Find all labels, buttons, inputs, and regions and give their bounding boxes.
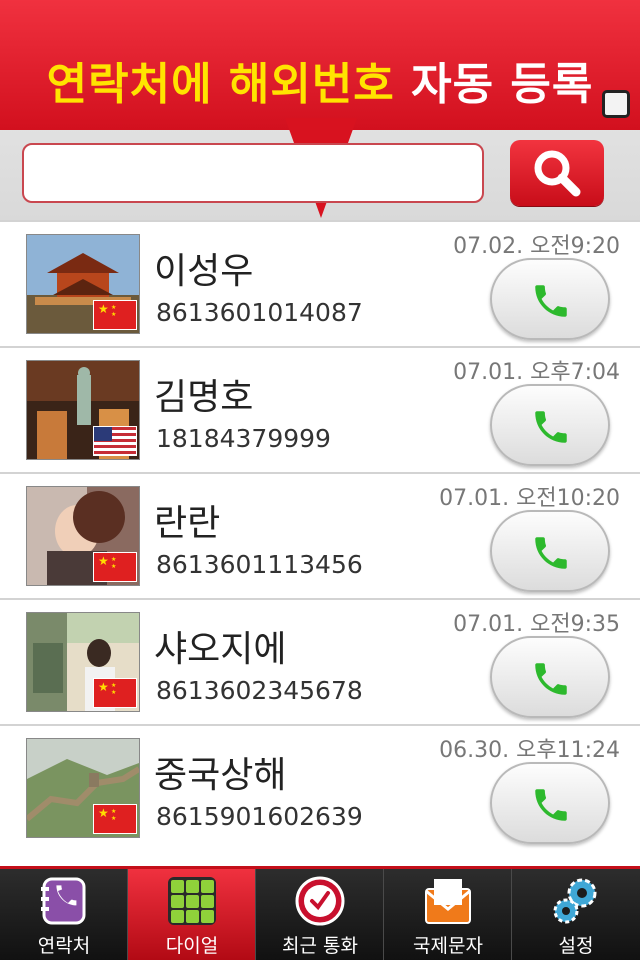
contact-photo (26, 360, 140, 460)
call-button[interactable] (490, 510, 610, 592)
contact-name: 김명호 (154, 377, 254, 418)
header: 연락처에 해외번호 자동 등록 (0, 0, 640, 220)
contact-row[interactable]: 샤오지에 8613602345678 07.01. 오전9:35 (0, 598, 640, 724)
last-call-time: 07.01. 오전10:20 (439, 486, 620, 511)
contact-name: 샤오지에 (154, 629, 287, 670)
phone-icon (535, 285, 567, 317)
tab-dial[interactable]: 다이얼 (128, 869, 256, 960)
tab-label: 설정 (558, 935, 594, 957)
promo-banner: 연락처에 해외번호 자동 등록 (0, 0, 640, 130)
phone-icon (535, 789, 567, 821)
envelope-icon (425, 879, 471, 924)
china-flag-icon (93, 804, 137, 834)
call-button[interactable] (490, 384, 610, 466)
contact-photo (26, 738, 140, 838)
phone-icon (535, 663, 567, 695)
last-call-time: 06.30. 오후11:24 (439, 738, 620, 763)
contact-name: 란란 (154, 503, 221, 544)
tab-label: 연락처 (37, 935, 91, 957)
china-flag-icon (93, 300, 137, 330)
last-call-time: 07.01. 오전9:35 (453, 612, 620, 637)
contacts-book-icon (41, 877, 86, 925)
china-flag-icon (93, 552, 137, 582)
search-input[interactable] (22, 143, 484, 203)
tab-intl-sms[interactable]: 국제문자 (384, 869, 512, 960)
contact-row[interactable]: 중국상해 8615901602639 06.30. 오후11:24 (0, 724, 640, 866)
tab-settings[interactable]: 설정 (512, 869, 640, 960)
dial-keypad-icon (168, 877, 216, 925)
tab-label: 국제문자 (413, 935, 483, 957)
contact-list: 이성우 8613601014087 07.02. 오전9:20 김명호 1818… (0, 220, 640, 866)
contact-phone: 8613602345678 (156, 676, 363, 705)
last-call-time: 07.02. 오전9:20 (453, 234, 620, 259)
contact-phone: 8613601014087 (156, 298, 363, 327)
banner-close-button[interactable] (602, 90, 630, 118)
banner-title: 연락처에 해외번호 자동 등록 (46, 59, 594, 110)
contact-row[interactable]: 이성우 8613601014087 07.02. 오전9:20 (0, 220, 640, 346)
search-button[interactable] (510, 140, 604, 206)
phone-icon (535, 411, 567, 443)
tab-bar: 연락처 다이얼 최근 통화 국제문자 설정 (0, 866, 640, 960)
china-flag-icon (93, 678, 137, 708)
contact-row[interactable]: 김명호 18184379999 07.01. 오후7:04 (0, 346, 640, 472)
contact-row[interactable]: 란란 8613601113456 07.01. 오전10:20 (0, 472, 640, 598)
search-icon (534, 150, 581, 197)
usa-flag-icon (93, 426, 137, 456)
contact-phone: 18184379999 (156, 424, 331, 453)
call-button[interactable] (490, 636, 610, 718)
last-call-time: 07.01. 오후7:04 (453, 360, 620, 385)
contact-phone: 8615901602639 (156, 802, 363, 831)
tab-contacts[interactable]: 연락처 (0, 869, 128, 960)
gears-icon (553, 878, 597, 924)
tab-label: 다이얼 (165, 935, 219, 957)
contact-photo (26, 234, 140, 334)
tab-label: 최근 통화 (282, 935, 358, 957)
contact-phone: 8613601113456 (156, 550, 363, 579)
call-button[interactable] (490, 258, 610, 340)
tab-recent-calls[interactable]: 최근 통화 (256, 869, 384, 960)
phone-icon (535, 537, 567, 569)
contact-name: 중국상해 (154, 755, 287, 796)
contact-photo (26, 486, 140, 586)
clock-icon (295, 876, 345, 926)
contact-name: 이성우 (154, 251, 254, 292)
contact-photo (26, 612, 140, 712)
call-button[interactable] (490, 762, 610, 844)
